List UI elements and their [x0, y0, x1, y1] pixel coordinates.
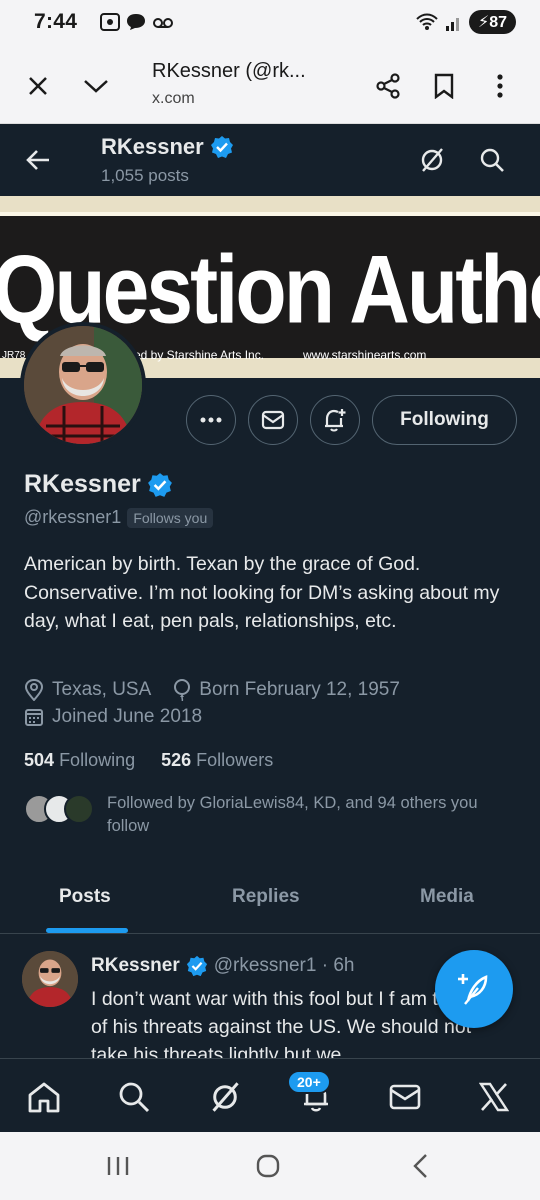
- profile-name-text: RKessner: [24, 470, 141, 498]
- search-nav-icon[interactable]: [114, 1077, 154, 1117]
- profile-handle: @rkessner1: [24, 507, 122, 527]
- more-options-icon[interactable]: [480, 66, 520, 106]
- profile-name: RKessner: [24, 470, 173, 499]
- compose-post-button[interactable]: [435, 950, 513, 1028]
- home-button-icon[interactable]: [248, 1146, 288, 1186]
- feather-plus-icon: [458, 974, 488, 1005]
- grok-icon[interactable]: [412, 140, 452, 180]
- bookmark-icon[interactable]: [424, 66, 464, 106]
- following-count: 504: [24, 750, 55, 770]
- verified-badge-icon[interactable]: [147, 472, 173, 498]
- more-button[interactable]: [186, 395, 236, 445]
- chat-icon: [127, 14, 145, 30]
- notification-count-badge: 20+: [287, 1070, 331, 1094]
- followed-by-text: Followed by GloriaLewis84, KD, and 94 ot…: [107, 794, 478, 835]
- banner-code: JR78: [2, 350, 26, 361]
- verified-badge-icon: [186, 955, 207, 977]
- close-icon[interactable]: [18, 66, 58, 106]
- avatar[interactable]: [20, 322, 146, 448]
- profile-bio: American by birth. Texan by the grace of…: [24, 553, 500, 632]
- follows-you-badge: Follows you: [127, 507, 214, 528]
- posts-count: 1,055 posts: [101, 166, 189, 185]
- location-pin-icon: [24, 679, 44, 701]
- back-arrow-icon[interactable]: [18, 140, 58, 180]
- joined-text: Joined June 2018: [52, 706, 203, 727]
- tab-posts[interactable]: Posts: [59, 886, 111, 908]
- mutual-avatars: [24, 794, 104, 824]
- profile-tabs: Posts Replies Media: [0, 862, 540, 934]
- follow-stats: 504 Following 526 Followers: [24, 750, 273, 771]
- search-icon[interactable]: [472, 140, 512, 180]
- browser-toolbar: RKessner (@rk... x.com: [0, 48, 540, 124]
- calendar-icon: [25, 709, 43, 726]
- tab-replies[interactable]: Replies: [232, 886, 300, 908]
- battery-indicator: ⚡87: [468, 10, 516, 34]
- message-button[interactable]: [248, 395, 298, 445]
- back-button-icon[interactable]: [400, 1146, 440, 1186]
- tab-media[interactable]: Media: [420, 886, 474, 908]
- header-name-text: RKessner: [101, 134, 204, 159]
- voicemail-icon: [153, 18, 173, 28]
- verified-badge-icon: [210, 136, 233, 158]
- system-status-icons: ⚡87: [415, 10, 516, 34]
- messages-icon[interactable]: [385, 1077, 425, 1117]
- followers-label: Followers: [196, 750, 274, 770]
- post-avatar[interactable]: [22, 951, 78, 1007]
- following-link[interactable]: 504 Following: [24, 750, 135, 771]
- envelope-icon: [261, 410, 285, 430]
- location-text: Texas, USA: [52, 679, 152, 700]
- notify-button[interactable]: [310, 395, 360, 445]
- banner-credit: red by Starshine Arts Inc.: [130, 348, 265, 362]
- profile-handle-row: @rkessner1 Follows you: [24, 507, 214, 528]
- followers-link[interactable]: 526 Followers: [161, 750, 273, 771]
- chevron-down-icon[interactable]: [76, 66, 116, 106]
- system-navigation-bar: [0, 1132, 540, 1200]
- share-icon[interactable]: [368, 66, 408, 106]
- profile-header-bar: RKessner 1,055 posts: [0, 124, 540, 196]
- followers-count: 526: [161, 750, 192, 770]
- signal-icon: [445, 18, 459, 31]
- following-button[interactable]: Following: [372, 395, 517, 445]
- post-author-name[interactable]: RKessner: [91, 955, 180, 977]
- balloon-icon: [174, 679, 191, 701]
- birthdate-text: Born February 12, 1957: [199, 679, 400, 700]
- screenshot-icon: [100, 13, 120, 31]
- header-name: RKessner: [101, 134, 234, 160]
- post-text: I don’t want war with this fool but I f …: [91, 988, 472, 1060]
- banner-url: www.starshinearts.com: [303, 348, 427, 362]
- recent-apps-icon[interactable]: [98, 1146, 138, 1186]
- status-time: 7:44: [34, 10, 78, 33]
- x-logo-icon[interactable]: [474, 1077, 514, 1117]
- page-url: x.com: [152, 90, 195, 107]
- page-title: RKessner (@rk...: [152, 60, 306, 82]
- post-handle-time: @rkessner1 · 6h: [213, 955, 355, 976]
- grok-nav-icon[interactable]: [205, 1077, 245, 1117]
- post-header: RKessner @rkessner1 · 6h: [91, 955, 354, 977]
- active-tab-indicator: [46, 928, 128, 933]
- bottom-navigation: 20+: [0, 1058, 540, 1132]
- notification-icons: [100, 13, 174, 31]
- following-label: Following: [59, 750, 136, 770]
- profile-meta-row: Texas, USA Born February 12, 1957: [24, 679, 400, 701]
- home-icon[interactable]: [24, 1077, 64, 1117]
- bell-plus-icon: [325, 409, 346, 432]
- status-bar: 7:44 ⚡87: [0, 0, 540, 48]
- wifi-icon: [416, 13, 438, 30]
- joined-row: Joined June 2018: [24, 706, 202, 728]
- battery-level: 87: [489, 14, 507, 31]
- mutual-avatar: [64, 794, 94, 824]
- more-horizontal-icon: [200, 417, 222, 423]
